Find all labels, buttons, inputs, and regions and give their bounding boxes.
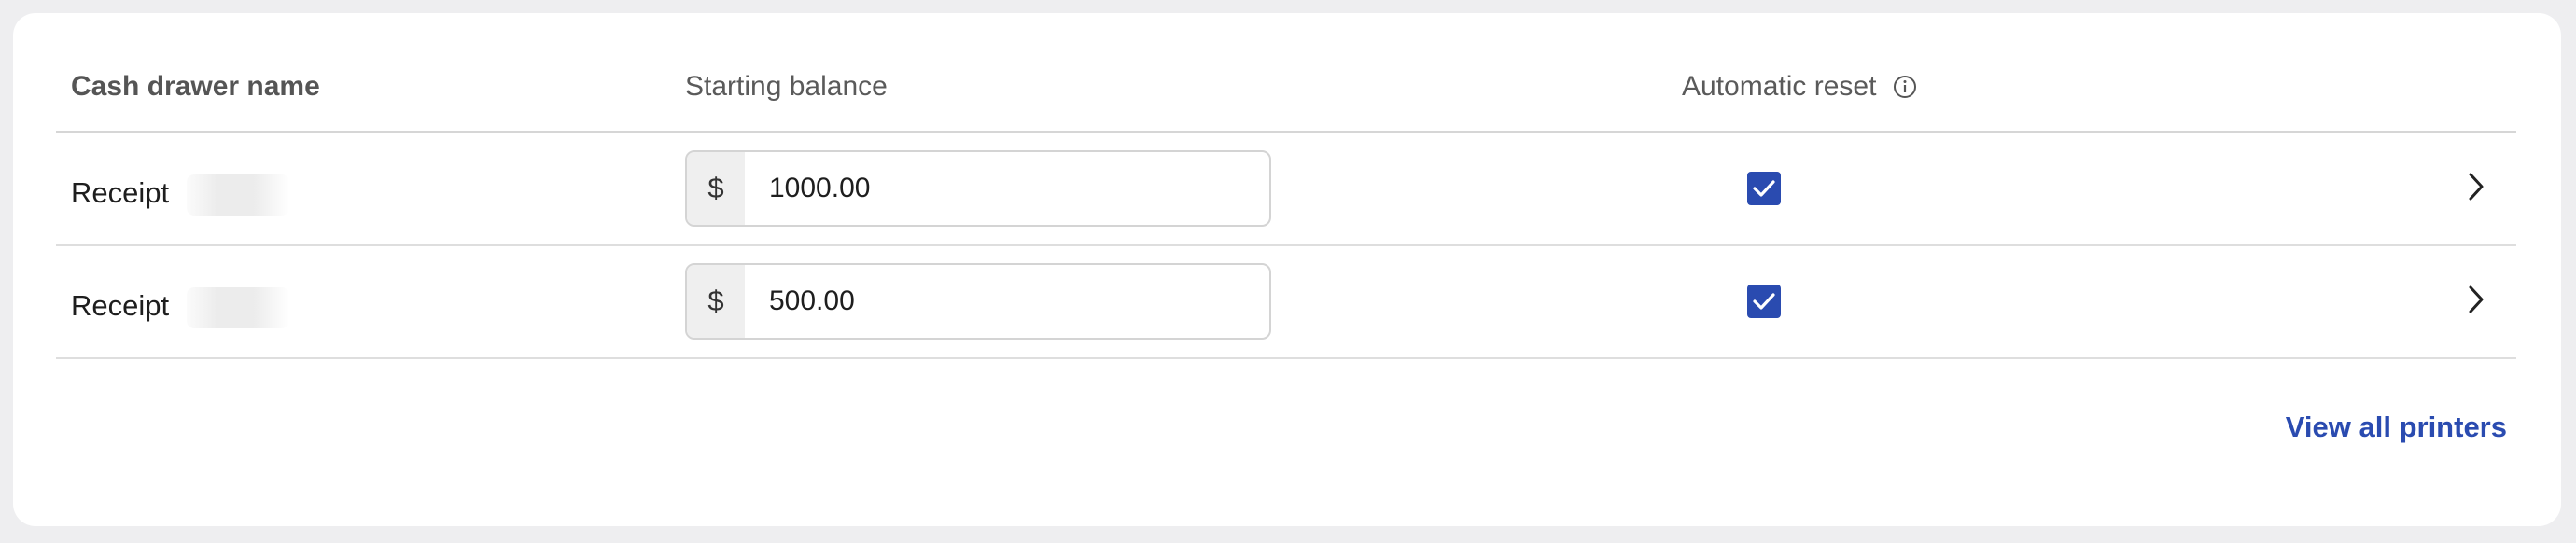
checkmark-icon (1753, 180, 1775, 197)
starting-balance-input[interactable] (745, 152, 1269, 225)
table-row[interactable]: Receipt $ (56, 133, 2516, 246)
cash-drawer-name: Receipt (71, 176, 170, 209)
currency-prefix: $ (687, 152, 745, 225)
cash-drawer-card: Cash drawer name Starting balance Automa… (13, 13, 2561, 526)
column-header-automatic-reset: Automatic reset (1682, 71, 1917, 103)
cash-drawer-table: Cash drawer name Starting balance Automa… (56, 13, 2516, 359)
view-all-printers-link[interactable]: View all printers (2286, 411, 2507, 444)
checkmark-icon (1753, 293, 1775, 310)
table-header: Cash drawer name Starting balance Automa… (56, 13, 2516, 133)
column-header-starting-balance: Starting balance (685, 71, 888, 102)
redacted-name-suffix (187, 174, 289, 216)
starting-balance-field: $ (685, 150, 1271, 227)
automatic-reset-checkbox[interactable] (1747, 285, 1781, 318)
table-row[interactable]: Receipt $ (56, 246, 2516, 359)
redacted-name-suffix (187, 287, 289, 328)
starting-balance-input[interactable] (745, 265, 1269, 338)
cash-drawer-name: Receipt (71, 289, 170, 322)
chevron-right-icon[interactable] (2462, 284, 2490, 315)
column-header-name: Cash drawer name (71, 71, 320, 102)
automatic-reset-checkbox[interactable] (1747, 172, 1781, 205)
starting-balance-field: $ (685, 263, 1271, 340)
currency-prefix: $ (687, 265, 745, 338)
column-header-automatic-reset-label: Automatic reset (1682, 71, 1877, 102)
info-icon[interactable] (1893, 75, 1917, 99)
chevron-right-icon[interactable] (2462, 171, 2490, 202)
